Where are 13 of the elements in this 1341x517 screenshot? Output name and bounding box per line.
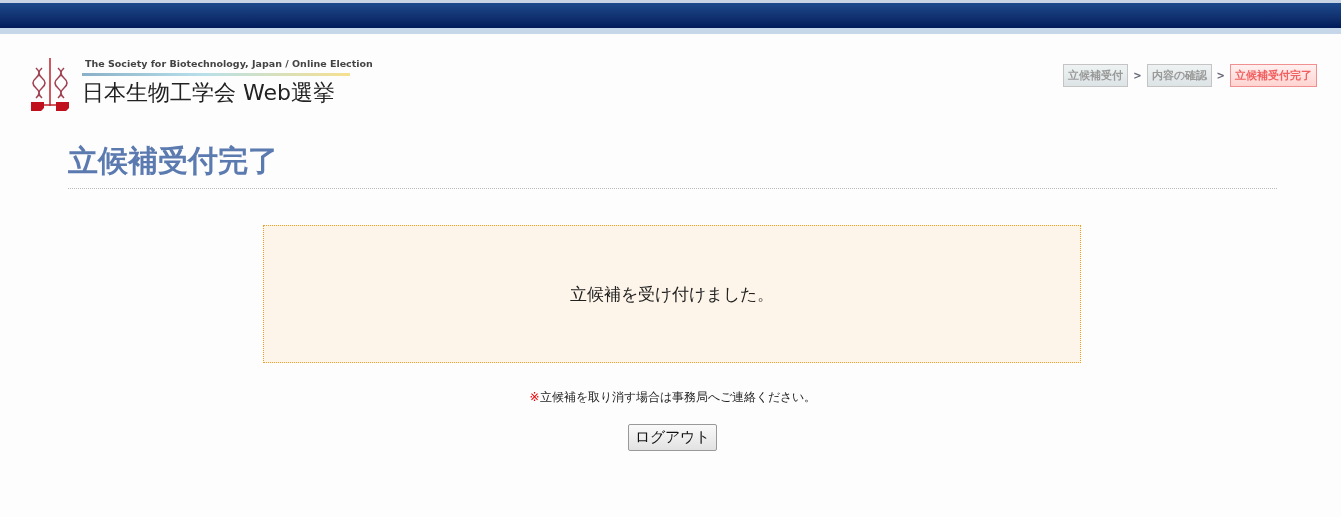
note-mark: ※ bbox=[529, 390, 540, 404]
site-title: 日本生物工学会 Web選挙 bbox=[82, 79, 336, 107]
progress-step: 立候補受付 bbox=[1063, 63, 1129, 87]
step-separator: > bbox=[1216, 69, 1225, 81]
progress-step: 内容の確認 bbox=[1146, 63, 1212, 87]
step-separator: > bbox=[1133, 69, 1142, 81]
confirmation-message: 立候補を受け付けました。 bbox=[569, 282, 774, 306]
dna-logo-icon bbox=[30, 58, 70, 112]
notice-text: 立候補を取り消す場合は事務局へご連絡ください。 bbox=[539, 390, 816, 404]
logo-subtitle: The Society for Biotechnology, Japan / Online Election bbox=[84, 58, 373, 70]
logout-button[interactable]: ログアウト bbox=[628, 424, 717, 451]
page-heading: 立候補受付完了 bbox=[68, 142, 1277, 189]
progress-step: 立候補受付完了 bbox=[1230, 63, 1317, 87]
